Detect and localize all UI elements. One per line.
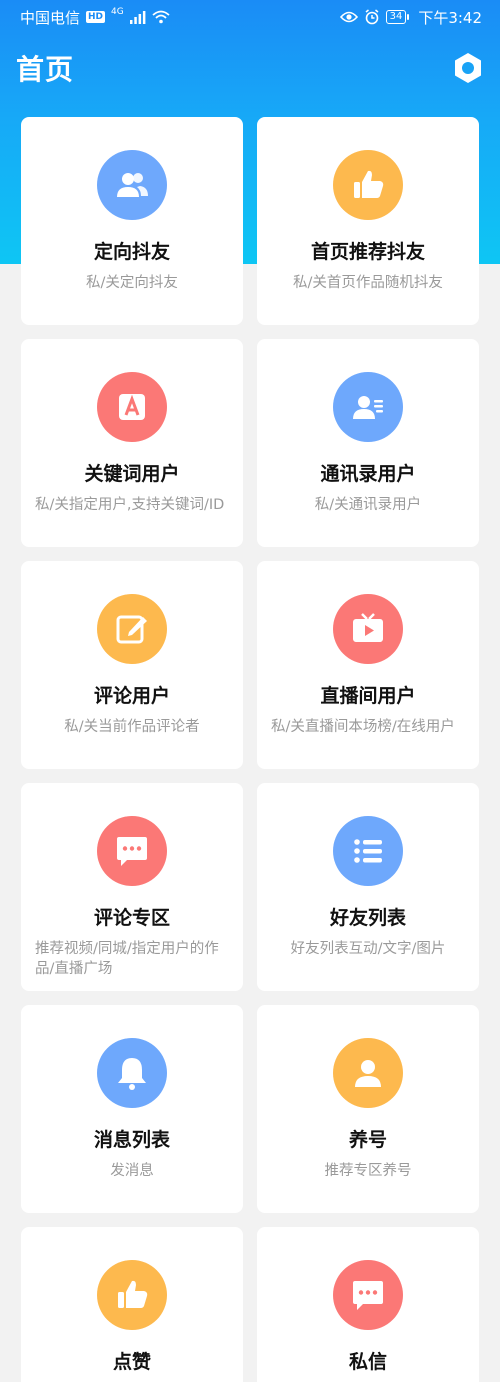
feature-card-description: 私/关通讯录用户 bbox=[314, 497, 422, 513]
feature-card-10[interactable]: 养号 推荐专区养号 bbox=[257, 1005, 479, 1213]
feature-icon-circle bbox=[97, 372, 167, 442]
feature-card-12[interactable]: 私信 bbox=[257, 1227, 479, 1382]
eye-icon bbox=[339, 11, 358, 23]
chat-bubble-icon bbox=[353, 1281, 383, 1310]
feature-icon-circle bbox=[333, 372, 403, 442]
feature-card-description: 私/关定向抖友 bbox=[86, 275, 178, 291]
feature-card-description: 推荐专区养号 bbox=[324, 1163, 412, 1179]
feature-card-title: 首页推荐抖友 bbox=[310, 241, 425, 263]
alarm-icon bbox=[365, 9, 379, 25]
feature-icon-circle bbox=[333, 816, 403, 886]
letter-a-icon bbox=[119, 394, 145, 420]
feature-card-8[interactable]: 好友列表好友列表互动/文字/图片 bbox=[257, 783, 479, 991]
feature-card-title: 点赞 bbox=[112, 1351, 151, 1373]
feature-card-title: 通讯录用户 bbox=[320, 463, 416, 485]
thumbs-up-icon bbox=[354, 170, 384, 198]
feature-card-5[interactable]: 评论用户私/关当前作品评论者 bbox=[21, 561, 243, 769]
network-type: 4G bbox=[111, 7, 124, 17]
feature-card-description: 推荐视频/同城/指定用户的作品/直播广场 bbox=[35, 941, 219, 977]
clock: 下午3:42 bbox=[418, 8, 482, 27]
feature-card-title: 私信 bbox=[348, 1351, 387, 1373]
signal-icon bbox=[129, 10, 146, 24]
page-title: 首页 bbox=[16, 53, 75, 86]
feature-card-description: 私/关指定用户,支持关键词/ID bbox=[35, 497, 225, 513]
feature-icon-circle bbox=[97, 1260, 167, 1330]
feature-card-title: 直播间用户 bbox=[320, 685, 416, 707]
status-bar-left: 中国电信 HD 4G bbox=[20, 7, 170, 28]
feature-card-title: 评论专区 bbox=[93, 907, 170, 929]
settings-hexagon-icon bbox=[455, 53, 481, 83]
feature-card-2[interactable]: 首页推荐抖友私/关首页作品随机抖友 bbox=[257, 117, 479, 325]
feature-card-4[interactable]: 通讯录用户私/关通讯录用户 bbox=[257, 339, 479, 547]
carrier-name: 中国电信 bbox=[20, 8, 81, 27]
feature-card-title: 关键词用户 bbox=[84, 463, 180, 485]
feature-card-7[interactable]: 评论专区推荐视频/同城/指定用户的作品/直播广场 bbox=[21, 783, 243, 991]
feature-card-description: 好友列表互动/文字/图片 bbox=[290, 941, 446, 957]
feature-icon-circle bbox=[333, 1260, 403, 1330]
user-icon bbox=[355, 1060, 381, 1087]
feature-icon-circle bbox=[97, 1038, 167, 1108]
feature-icon-circle bbox=[333, 150, 403, 220]
chat-bubble-icon bbox=[117, 837, 147, 866]
feature-grid: 定向抖友 私/关定向抖友 首页推荐抖友 私/关首页作品随机抖友 关键词用户 私/关指定用户… bbox=[21, 117, 479, 1382]
feature-icon-circle bbox=[97, 150, 167, 220]
feature-card-description: 发消息 bbox=[110, 1163, 154, 1179]
title-bar: 首页 bbox=[0, 40, 500, 96]
feature-card-11[interactable]: 点赞 bbox=[21, 1227, 243, 1382]
edit-icon bbox=[116, 615, 147, 644]
feature-card-1[interactable]: 定向抖友私/关定向抖友 bbox=[21, 117, 243, 325]
bell-icon bbox=[118, 1058, 146, 1090]
feature-card-description: 私/关首页作品随机抖友 bbox=[293, 275, 443, 291]
battery-indicator: 34 bbox=[385, 10, 410, 24]
feature-card-description: 私/关当前作品评论者 bbox=[64, 719, 200, 735]
hd-badge: HD bbox=[86, 11, 106, 23]
feature-card-title: 定向抖友 bbox=[93, 241, 170, 263]
settings-button[interactable] bbox=[450, 50, 486, 86]
feature-card-title: 消息列表 bbox=[93, 1129, 170, 1151]
feature-icon-circle bbox=[97, 594, 167, 664]
status-bar-right: 34 下午3:42 bbox=[339, 7, 482, 28]
feature-card-description: 私/关直播间本场榜/在线用户 bbox=[271, 719, 455, 735]
feature-card-9[interactable]: 消息列表 发消息 bbox=[21, 1005, 243, 1213]
feature-card-3[interactable]: 关键词用户私/关指定用户,支持关键词/ID bbox=[21, 339, 243, 547]
wifi-icon bbox=[152, 10, 170, 24]
feature-icon-circle bbox=[97, 816, 167, 886]
thumbs-up-icon bbox=[118, 1280, 148, 1308]
feature-card-title: 好友列表 bbox=[329, 907, 406, 929]
feature-icon-circle bbox=[333, 594, 403, 664]
status-bar: 中国电信 HD 4G 34 下午3:42 bbox=[0, 0, 500, 34]
contact-card-icon bbox=[353, 396, 383, 419]
feature-card-6[interactable]: 直播间用户私/关直播间本场榜/在线用户 bbox=[257, 561, 479, 769]
feature-icon-circle bbox=[333, 1038, 403, 1108]
list-icon bbox=[354, 839, 382, 863]
feature-card-title: 养号 bbox=[348, 1129, 387, 1151]
feature-card-title: 评论用户 bbox=[93, 685, 170, 707]
tv-play-icon bbox=[353, 613, 383, 642]
users-icon bbox=[117, 173, 148, 197]
